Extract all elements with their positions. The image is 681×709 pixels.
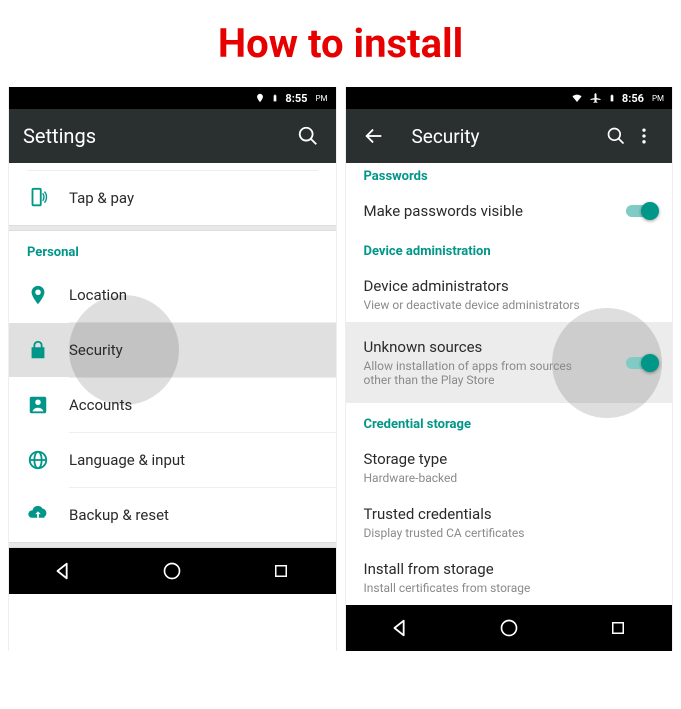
globe-icon <box>27 449 49 471</box>
item-title: Make passwords visible <box>364 202 655 220</box>
back-button[interactable] <box>360 122 388 150</box>
item-title: Storage type <box>364 450 655 468</box>
airplane-icon <box>590 92 602 104</box>
item-tap-pay[interactable]: Tap & pay <box>9 171 336 225</box>
recent-icon <box>272 562 290 580</box>
wifi-icon <box>570 92 584 104</box>
nav-bar <box>9 548 336 594</box>
more-icon <box>634 126 654 146</box>
item-location[interactable]: Location <box>9 268 336 322</box>
nav-home[interactable] <box>479 605 539 651</box>
status-bar: 8:55 PM <box>9 87 336 109</box>
nav-recent[interactable] <box>251 548 311 594</box>
item-subtitle: Display trusted CA certificates <box>364 526 594 540</box>
nav-back[interactable] <box>33 548 93 594</box>
item-language[interactable]: Language & input <box>9 433 336 487</box>
item-storage-type[interactable]: Storage type Hardware-backed <box>346 440 673 495</box>
section-device-admin: Device administration <box>346 230 673 267</box>
page-title: How to install <box>0 0 681 87</box>
item-title: Unknown sources <box>364 338 655 356</box>
backup-icon <box>27 504 49 526</box>
account-icon <box>27 394 49 416</box>
item-subtitle: Allow installation of apps from sources … <box>364 359 594 387</box>
search-button[interactable] <box>602 122 630 150</box>
section-personal: Personal <box>9 231 336 268</box>
item-trusted-credentials[interactable]: Trusted credentials Display trusted CA c… <box>346 495 673 550</box>
item-accounts[interactable]: Accounts <box>9 378 336 432</box>
nav-recent[interactable] <box>588 605 648 651</box>
app-bar: Security <box>346 109 673 163</box>
status-time: 8:55 <box>285 92 307 105</box>
app-bar: Settings <box>9 109 336 163</box>
item-backup[interactable]: Backup & reset <box>9 488 336 542</box>
battery-icon <box>608 92 616 104</box>
arrow-back-icon <box>363 125 385 147</box>
status-bar: 8:56 PM <box>346 87 673 109</box>
back-icon <box>52 560 74 582</box>
recent-icon <box>609 619 627 637</box>
phone-nfc-icon <box>27 187 49 209</box>
back-icon <box>389 617 411 639</box>
nav-back[interactable] <box>370 605 430 651</box>
item-title: Device administrators <box>364 277 655 295</box>
item-security[interactable]: Security <box>9 323 336 377</box>
status-ampm: PM <box>652 94 664 103</box>
toggle-passwords[interactable] <box>626 205 656 217</box>
home-icon <box>162 561 182 581</box>
nav-home[interactable] <box>142 548 202 594</box>
toggle-unknown-sources[interactable] <box>626 357 656 369</box>
item-label: Backup & reset <box>69 506 169 524</box>
app-bar-title: Security <box>412 125 603 148</box>
overflow-button[interactable] <box>630 122 658 150</box>
item-label: Language & input <box>69 451 185 469</box>
phone-left: 8:55 PM Settings Tap & pay Personal Locat… <box>8 87 337 651</box>
item-subtitle: Hardware-backed <box>364 471 594 485</box>
item-subtitle: Install certificates from storage <box>364 581 594 595</box>
home-icon <box>499 618 519 638</box>
item-unknown-sources[interactable]: Unknown sources Allow installation of ap… <box>346 322 673 403</box>
location-status-icon <box>255 93 265 103</box>
location-icon <box>27 284 49 306</box>
search-button[interactable] <box>294 122 322 150</box>
item-install-from-storage[interactable]: Install from storage Install certificate… <box>346 550 673 605</box>
status-time: 8:56 <box>622 92 644 105</box>
item-label: Accounts <box>69 396 132 414</box>
item-label: Tap & pay <box>69 189 134 207</box>
nav-bar <box>346 605 673 651</box>
phone-right: 8:56 PM Security Passwords Make passwords… <box>345 87 674 651</box>
item-make-passwords-visible[interactable]: Make passwords visible <box>346 192 673 230</box>
section-passwords: Passwords <box>346 163 673 192</box>
item-label: Security <box>69 341 123 359</box>
item-title: Install from storage <box>364 560 655 578</box>
search-icon <box>606 126 626 146</box>
battery-icon <box>271 92 279 104</box>
app-bar-title: Settings <box>23 124 294 148</box>
item-subtitle: View or deactivate device administrators <box>364 298 594 312</box>
phones-container: 8:55 PM Settings Tap & pay Personal Locat… <box>0 87 681 651</box>
item-title: Trusted credentials <box>364 505 655 523</box>
search-icon <box>297 125 319 147</box>
lock-icon <box>27 339 49 361</box>
status-ampm: PM <box>315 94 327 103</box>
